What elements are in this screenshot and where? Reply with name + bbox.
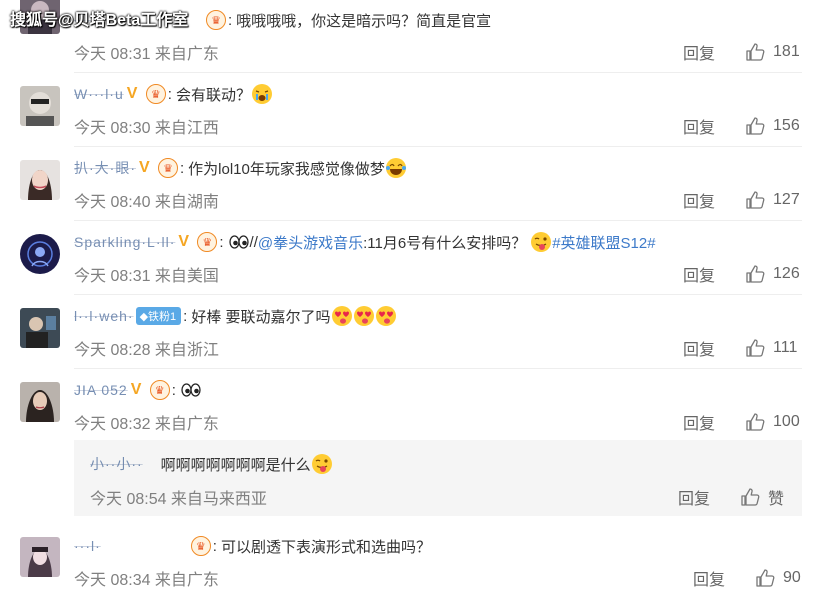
fan-badge-icon: ♛ <box>197 232 218 252</box>
laughing-tears-emoji-icon <box>385 158 406 178</box>
like-button[interactable]: 126 <box>745 264 800 284</box>
comment-text: 啊啊啊啊啊啊啊是什么 <box>160 456 311 474</box>
comment-time: 今天 08:28 来自浙江 <box>74 342 219 359</box>
fan-badge-icon: ♛ <box>190 536 211 556</box>
comment-text-prefix: // <box>249 233 258 251</box>
avatar[interactable] <box>20 86 60 126</box>
eyes-emoji-icon <box>181 383 201 397</box>
watermark: 搜狐号@贝塔Beta工作室 <box>10 12 189 29</box>
like-button[interactable]: 赞 <box>740 485 784 509</box>
fan-badge-icon: ♛ <box>158 158 178 178</box>
thumbs-up-icon <box>746 43 765 61</box>
comment-text: :11月6号有什么安排吗？ <box>363 234 527 252</box>
fan-badge-icon: ♛ <box>206 10 226 30</box>
comment-time: 今天 08:32 来自广东 <box>74 416 219 433</box>
like-count: 156 <box>773 117 800 134</box>
fan-badge-icon: ♛ <box>145 84 166 104</box>
reply-button[interactable]: 回复 <box>683 336 715 360</box>
reply-button[interactable]: 回复 <box>683 262 715 286</box>
reply-button[interactable]: 回复 <box>683 188 715 212</box>
vip-icon: V <box>178 233 190 250</box>
comment-text: 哦哦哦哦，你这是暗示吗？简直是官宣 <box>236 12 492 30</box>
like-label: 赞 <box>768 491 785 508</box>
username[interactable]: ···l· <box>74 538 101 554</box>
comment-text: 作为lol10年玩家我感觉像做梦 <box>188 160 385 178</box>
thumbs-up-icon <box>746 191 765 209</box>
username[interactable]: JIA 052 <box>74 382 128 398</box>
reply-button[interactable]: 回复 <box>683 40 715 64</box>
like-count: 100 <box>773 413 800 430</box>
comment-time: 今天 08:54 来自马来西亚 <box>90 491 267 508</box>
reply-button[interactable]: 回复 <box>683 410 715 434</box>
fan-level-badge: ◆ 铁粉1 <box>135 307 182 325</box>
tongue-wink-emoji-icon <box>531 232 552 252</box>
username[interactable]: 扒·大·眼· <box>74 158 136 178</box>
mention-link[interactable]: @拳头游戏音乐 <box>258 232 363 253</box>
like-count: 126 <box>773 265 800 282</box>
hashtag-link[interactable]: #英雄联盟S12# <box>552 232 655 253</box>
vip-icon: V <box>130 381 142 398</box>
like-count: 181 <box>773 43 800 60</box>
thumbs-up-icon <box>746 413 765 431</box>
thumbs-up-icon <box>756 569 775 587</box>
reply-button[interactable]: 回复 <box>678 485 710 509</box>
like-button[interactable]: 181 <box>745 42 800 62</box>
heart-eyes-emoji-icon <box>375 306 396 326</box>
heart-eyes-emoji-icon <box>331 306 352 326</box>
like-button[interactable]: 156 <box>745 116 800 136</box>
thumbs-up-icon <box>741 488 760 506</box>
username[interactable]: W···l·u <box>74 86 124 102</box>
like-button[interactable]: 127 <box>745 190 800 210</box>
like-count: 111 <box>773 339 798 356</box>
like-button[interactable]: 100 <box>745 412 800 432</box>
avatar[interactable] <box>20 537 60 577</box>
eyes-emoji-icon <box>228 235 249 249</box>
crying-emoji-icon <box>251 84 272 104</box>
divider <box>74 72 802 73</box>
comment-time: 今天 08:30 来自江西 <box>74 120 219 137</box>
reply-button[interactable]: 回复 <box>683 114 715 138</box>
thumbs-up-icon <box>746 117 765 135</box>
comment-time: 今天 08:31 来自美国 <box>74 268 219 285</box>
vip-icon: V <box>126 85 138 102</box>
comment-time: 今天 08:40 来自湖南 <box>74 194 219 211</box>
fan-badge-icon: ♛ <box>149 380 170 400</box>
divider <box>74 146 802 147</box>
thumbs-up-icon <box>746 339 765 357</box>
avatar[interactable] <box>20 160 60 200</box>
comment-text: 好棒 要联动嘉尔了吗 <box>191 308 331 326</box>
avatar[interactable] <box>20 234 60 274</box>
comment-text: 会有联动？ <box>175 86 251 104</box>
like-count: 127 <box>773 191 800 208</box>
username[interactable]: 小··小·· <box>90 454 143 474</box>
heart-eyes-emoji-icon <box>353 306 374 326</box>
divider <box>74 294 802 295</box>
vip-icon: V <box>139 159 150 176</box>
divider <box>74 368 802 369</box>
like-count: 90 <box>783 569 801 586</box>
tongue-wink-emoji-icon <box>311 454 332 474</box>
like-button[interactable]: 90 <box>755 568 801 588</box>
avatar[interactable] <box>20 382 60 422</box>
reply-button[interactable]: 回复 <box>693 566 725 590</box>
comment-text: 可以剧透下表演形式和选曲吗？ <box>220 538 431 556</box>
sub-reply-box: 小··小·· 啊啊啊啊啊啊啊是什么 今天 08:54 来自马来西亚 回复 赞 <box>74 440 802 516</box>
username[interactable]: Sparkling·L·ll· <box>74 234 175 250</box>
avatar[interactable] <box>20 308 60 348</box>
divider <box>74 220 802 221</box>
thumbs-up-icon <box>746 265 765 283</box>
comment-time: 今天 08:34 来自广东 <box>74 572 219 589</box>
comment-time: 今天 08:31 来自广东 <box>74 46 219 63</box>
username[interactable]: l··l·weh· <box>74 308 134 324</box>
like-button[interactable]: 111 <box>745 338 797 358</box>
